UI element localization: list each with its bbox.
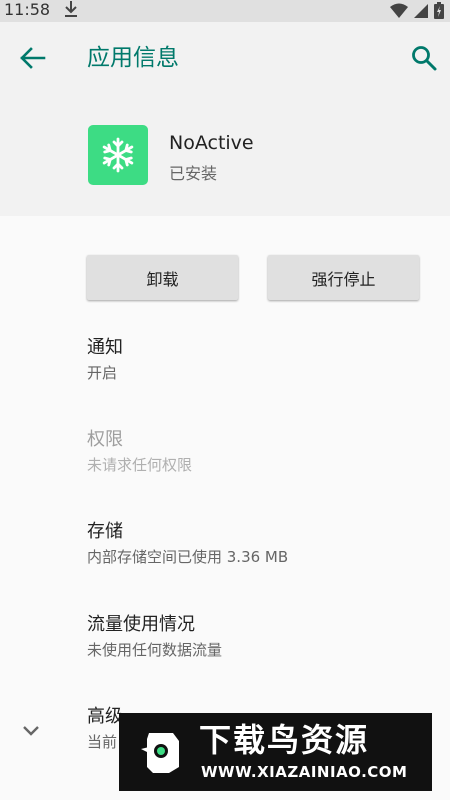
watermark-title: 下载鸟资源 bbox=[199, 721, 370, 759]
app-icon bbox=[88, 125, 148, 185]
pref-title: 存储 bbox=[87, 521, 123, 542]
pref-summary: 开启 bbox=[87, 364, 118, 382]
watermark-url: WWW.XIAZAINIAO.COM bbox=[201, 763, 408, 781]
app-name: NoActive bbox=[169, 132, 254, 154]
app-bar: 应用信息 bbox=[0, 22, 450, 94]
status-bar: 11:58 bbox=[0, 0, 450, 22]
wifi-icon bbox=[389, 3, 408, 18]
pref-title: 权限 bbox=[87, 429, 123, 450]
pref-permissions: 权限 未请求任何权限 bbox=[87, 427, 427, 477]
force-stop-button[interactable]: 强行停止 bbox=[268, 255, 419, 300]
app-install-status: 已安装 bbox=[169, 164, 218, 183]
pref-summary: 未使用任何数据流量 bbox=[87, 641, 223, 659]
page-title: 应用信息 bbox=[87, 45, 179, 71]
search-icon[interactable] bbox=[410, 44, 438, 72]
pref-data-usage[interactable]: 流量使用情况 未使用任何数据流量 bbox=[87, 612, 427, 662]
download-icon bbox=[65, 1, 77, 17]
pref-title: 通知 bbox=[87, 337, 123, 358]
pref-summary: 内部存储空间已使用 3.36 MB bbox=[87, 548, 289, 566]
chevron-down-icon[interactable] bbox=[20, 719, 42, 741]
status-icons bbox=[389, 2, 444, 23]
watermark-banner: 下载鸟资源 WWW.XIAZAINIAO.COM bbox=[119, 713, 432, 791]
pref-title: 流量使用情况 bbox=[87, 614, 195, 635]
bird-logo-icon bbox=[141, 733, 179, 773]
pref-summary: 未请求任何权限 bbox=[87, 456, 193, 474]
status-time: 11:58 bbox=[4, 0, 51, 19]
pref-storage[interactable]: 存储 内部存储空间已使用 3.36 MB bbox=[87, 519, 427, 569]
snowflake-icon bbox=[102, 137, 134, 173]
battery-icon bbox=[434, 2, 444, 19]
app-header: NoActive 已安装 bbox=[0, 94, 450, 216]
signal-icon bbox=[413, 4, 428, 18]
uninstall-button[interactable]: 卸载 bbox=[87, 255, 238, 300]
pref-notifications[interactable]: 通知 开启 bbox=[87, 335, 427, 385]
back-arrow-icon[interactable] bbox=[18, 46, 46, 70]
